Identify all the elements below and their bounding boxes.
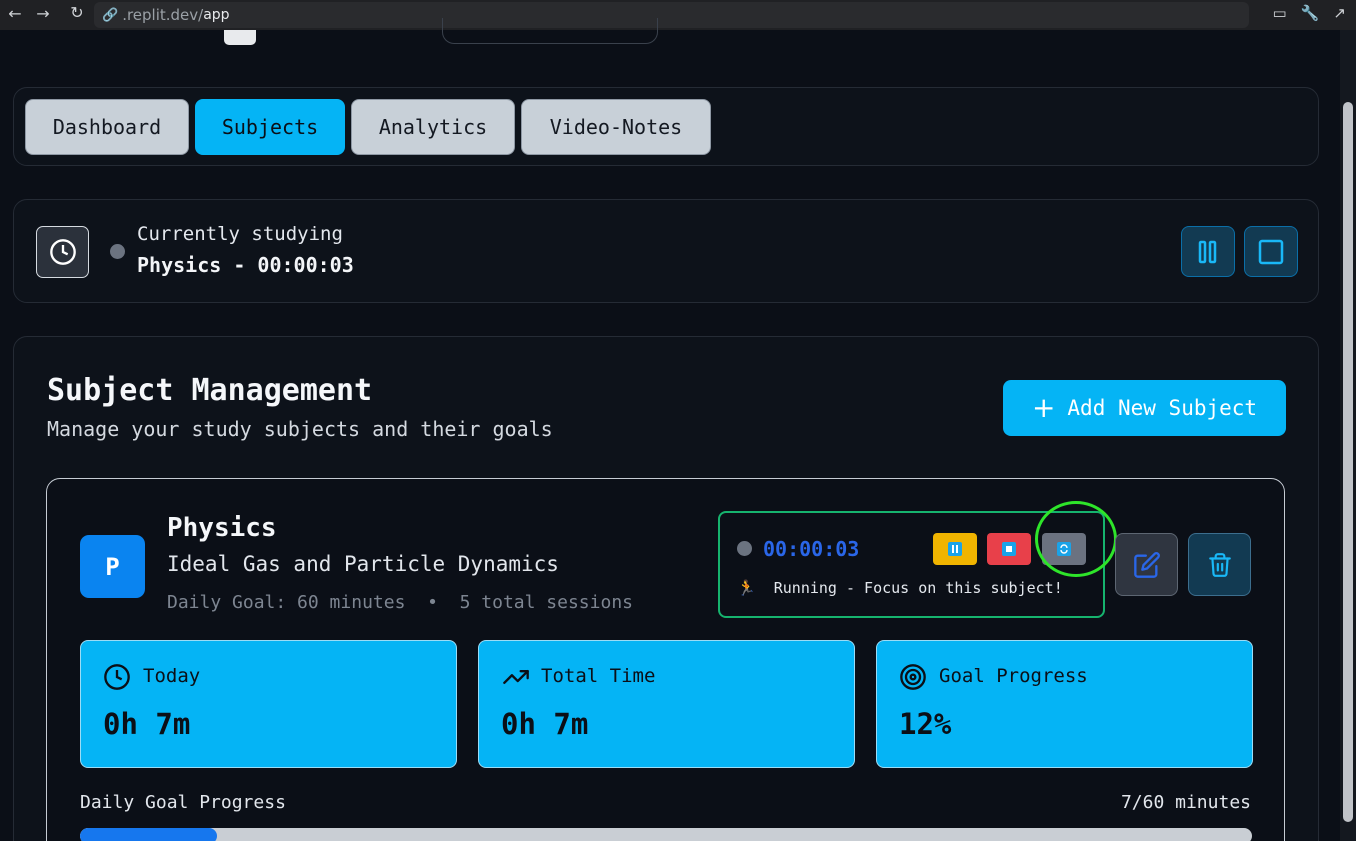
daily-goal-progress-bar (80, 828, 1252, 841)
edit-icon (1133, 551, 1160, 578)
stat-label: Goal Progress (939, 665, 1088, 687)
timer-status-dot (737, 541, 752, 556)
stop-icon (1258, 239, 1284, 264)
address-bar[interactable]: 🔗 .replit.dev/ app (94, 2, 1249, 28)
pause-icon (948, 542, 962, 556)
stat-label: Today (143, 665, 201, 687)
edit-button[interactable] (1115, 533, 1178, 596)
current-session-label: Currently studying (137, 223, 343, 245)
stop-button[interactable] (1244, 226, 1298, 277)
stop-icon (1002, 542, 1016, 556)
timer-stop-button[interactable] (987, 533, 1031, 565)
header-control[interactable] (442, 18, 658, 44)
subject-description: Ideal Gas and Particle Dynamics (167, 552, 559, 576)
daily-goal-label: Daily Goal Progress (80, 792, 286, 813)
subject-card: P Physics Ideal Gas and Particle Dynamic… (46, 478, 1285, 841)
stat-card-goal-progress: Goal Progress 12% (876, 640, 1253, 768)
stat-value: 12% (899, 707, 952, 741)
stat-value: 0h 7m (501, 707, 589, 741)
timer-pause-button[interactable] (933, 533, 977, 565)
current-session-bar: Currently studying Physics - 00:00:03 (13, 199, 1319, 303)
clock-icon (104, 664, 130, 690)
page-header (0, 18, 1340, 45)
pause-icon (1198, 240, 1217, 263)
add-subject-button[interactable]: + Add New Subject (1003, 380, 1286, 436)
runner-icon: 🏃 (737, 579, 756, 597)
trending-up-icon (503, 670, 529, 684)
link-icon: 🔗 (102, 7, 119, 23)
subject-name: Physics (167, 513, 277, 543)
pause-button[interactable] (1181, 226, 1235, 277)
timer-value: 00:00:03 (763, 537, 860, 561)
trash-icon (1208, 552, 1231, 577)
url-domain: .replit.dev/ (122, 6, 204, 24)
tab-analytics[interactable]: Analytics (351, 99, 515, 155)
delete-button[interactable] (1188, 533, 1251, 596)
section-title: Subject Management (47, 373, 373, 408)
daily-goal-count: 7/60 minutes (1120, 792, 1251, 813)
target-icon (900, 664, 926, 690)
stat-card-today: Today 0h 7m (80, 640, 457, 768)
section-subtitle: Manage your study subjects and their goa… (47, 417, 553, 441)
subject-meta: Daily Goal: 60 minutes • 5 total session… (167, 592, 633, 613)
stat-card-total-time: Total Time 0h 7m (478, 640, 855, 768)
plus-icon: + (1031, 391, 1056, 424)
main-tabs: Dashboard Subjects Analytics Video-Notes (13, 87, 1319, 166)
logo (224, 30, 256, 45)
page-scrollbar[interactable] (1340, 30, 1356, 841)
scrollbar-thumb[interactable] (1343, 102, 1353, 822)
clock-icon (36, 226, 89, 278)
status-dot (110, 244, 125, 259)
annotation-circle (1035, 501, 1117, 577)
wrench-icon[interactable]: 🔧 (1301, 4, 1320, 22)
daily-goal-progress-fill (80, 828, 218, 841)
devices-icon[interactable]: ▭ (1273, 4, 1287, 22)
tab-dashboard[interactable]: Dashboard (25, 99, 189, 155)
timer-message-text: Running - Focus on this subject! (773, 579, 1063, 597)
reload-icon[interactable]: ↻ (62, 3, 92, 22)
subject-avatar: P (80, 535, 145, 598)
forward-icon[interactable]: → (28, 4, 58, 23)
stat-label: Total Time (541, 665, 656, 687)
open-external-icon[interactable]: ↗ (1333, 4, 1346, 22)
add-subject-label: Add New Subject (1067, 396, 1258, 420)
current-session-value: Physics - 00:00:03 (137, 253, 354, 277)
timer-message: 🏃 Running - Focus on this subject! (737, 579, 1063, 597)
browser-toolbar: ← → ↻ 🔗 .replit.dev/ app ▭ 🔧 ↗ (0, 0, 1356, 30)
back-icon[interactable]: ← (0, 4, 30, 23)
url-path: app (203, 7, 230, 23)
tab-subjects[interactable]: Subjects (195, 99, 345, 155)
stat-value: 0h 7m (103, 707, 191, 741)
tab-video-notes[interactable]: Video-Notes (521, 99, 711, 155)
